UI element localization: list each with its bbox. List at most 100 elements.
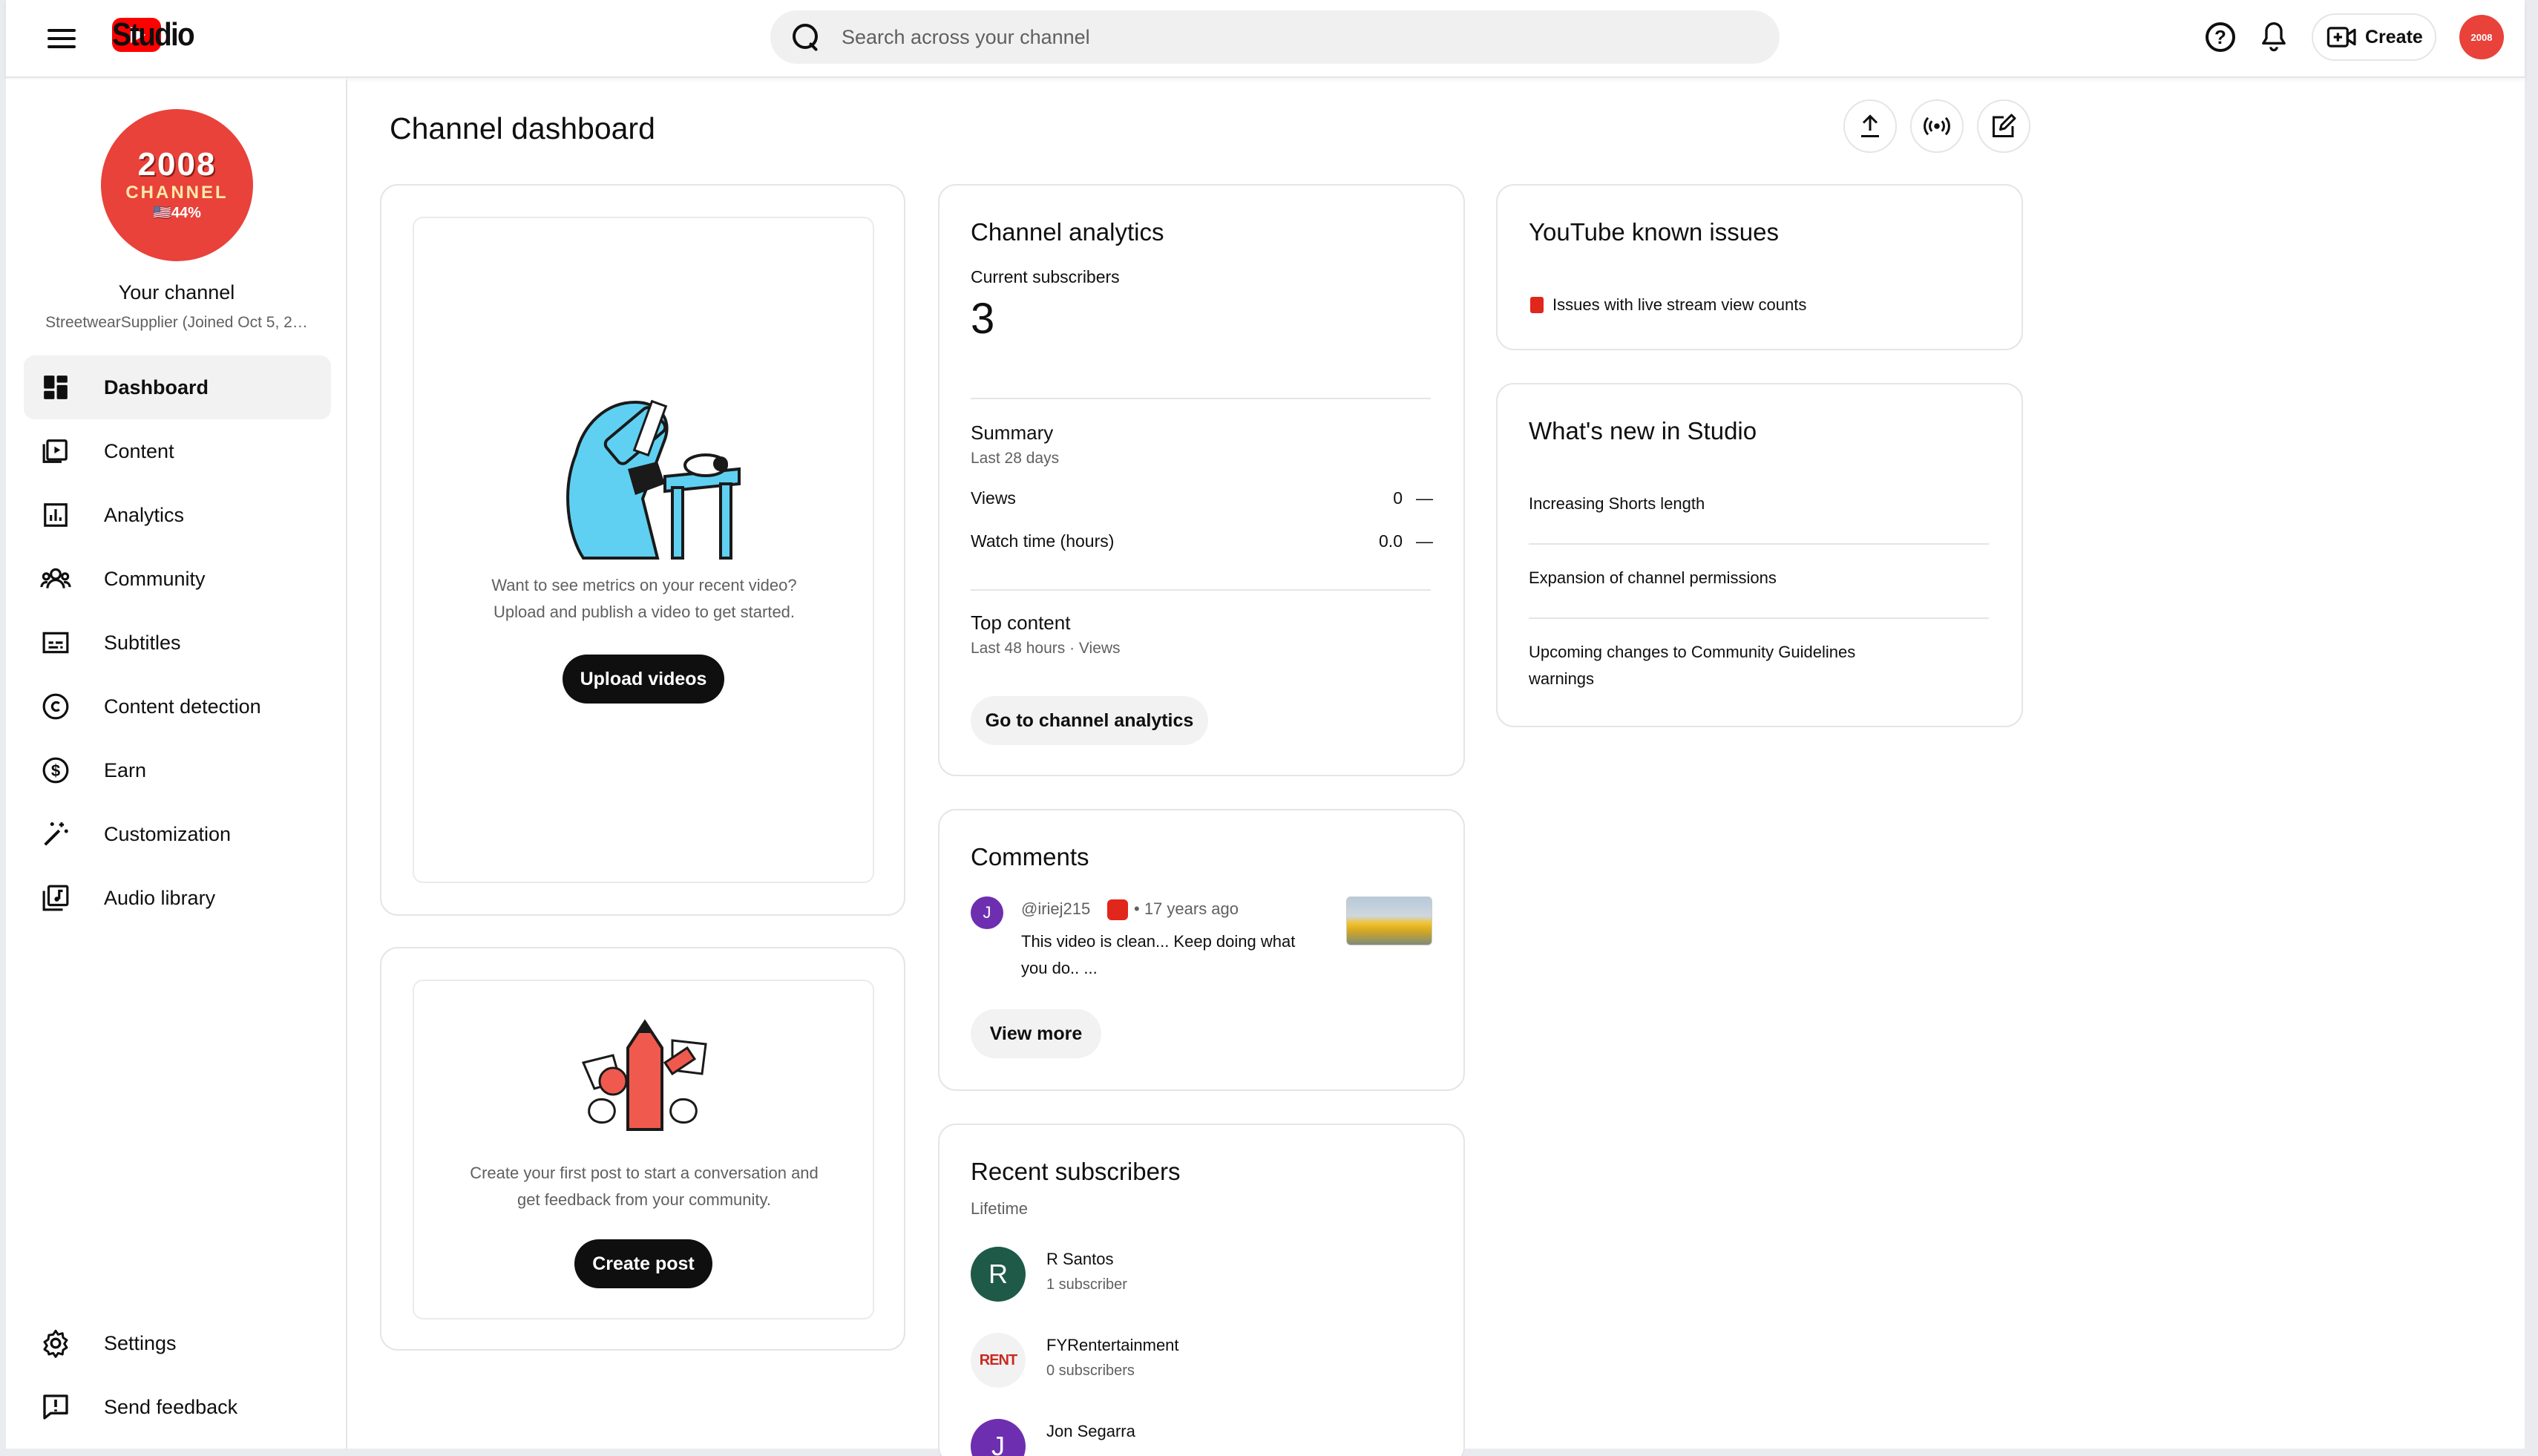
subscriber-avatar[interactable]: RENT bbox=[971, 1333, 1026, 1388]
create-post-button[interactable]: Create post bbox=[574, 1239, 712, 1288]
sidebar-item-community[interactable]: Community bbox=[24, 547, 331, 611]
sidebar-item-content[interactable]: Content bbox=[24, 419, 331, 483]
comment-avatar[interactable]: J bbox=[971, 896, 1003, 929]
watch-time-trend: — bbox=[1416, 531, 1433, 551]
copyright-icon bbox=[39, 689, 73, 724]
community-icon bbox=[39, 562, 73, 596]
known-issues-title: YouTube known issues bbox=[1529, 218, 1779, 246]
recent-subs-period: Lifetime bbox=[971, 1199, 1029, 1218]
search-bar[interactable] bbox=[770, 10, 1780, 64]
pencil-illustration bbox=[581, 1019, 707, 1131]
divider bbox=[1529, 543, 1989, 545]
subtitles-icon bbox=[39, 626, 73, 660]
known-issue-link[interactable]: Issues with live stream view counts bbox=[1552, 295, 1806, 315]
live-stream-icon[interactable] bbox=[1910, 99, 1964, 153]
subscriber-count: 1 subscriber bbox=[1046, 1276, 1127, 1293]
views-label: Views bbox=[971, 488, 1016, 508]
sidebar-item-dashboard[interactable]: Dashboard bbox=[24, 355, 331, 419]
video-thumbnail[interactable] bbox=[1346, 896, 1432, 945]
video-card-text-2: Upload and publish a video to get starte… bbox=[493, 603, 796, 621]
sidebar-item-content-detection[interactable]: Content detection bbox=[24, 675, 331, 738]
sidebar-item-subtitles[interactable]: Subtitles bbox=[24, 611, 331, 675]
known-issues-card: YouTube known issues Issues with live st… bbox=[1496, 184, 2023, 350]
gear-icon bbox=[39, 1326, 73, 1360]
dollar-icon: $ bbox=[39, 753, 73, 787]
subscriber-name[interactable]: Jon Segarra bbox=[1046, 1422, 1135, 1441]
latest-video-card: Want to see metrics on your recent video… bbox=[380, 184, 905, 916]
search-input[interactable] bbox=[842, 25, 1732, 49]
studio-logo[interactable]: Studio bbox=[112, 16, 195, 53]
page-title: Channel dashboard bbox=[390, 111, 655, 145]
subscriber-name[interactable]: FYRentertainment bbox=[1046, 1336, 1179, 1355]
post-card-text-1: Create your first post to start a conver… bbox=[470, 1164, 819, 1182]
go-to-analytics-button[interactable]: Go to channel analytics bbox=[971, 696, 1208, 745]
top-content-title: Top content bbox=[971, 611, 1071, 634]
sidebar-bottom-nav: Settings Send feedback bbox=[24, 1311, 331, 1439]
notifications-bell-icon[interactable] bbox=[2255, 18, 2293, 56]
whats-new-item-cont[interactable]: warnings bbox=[1529, 669, 1594, 689]
whats-new-item[interactable]: Expansion of channel permissions bbox=[1529, 568, 1777, 588]
account-avatar[interactable]: 2008 bbox=[2459, 15, 2504, 59]
recent-subs-title: Recent subscribers bbox=[971, 1158, 1181, 1185]
divider bbox=[971, 589, 1431, 591]
sidebar: 2008 CHANNEL 🇺🇸44% Your channel Streetwe… bbox=[6, 79, 347, 1449]
sidebar-item-customization[interactable]: Customization bbox=[24, 802, 331, 866]
comment-text-2: you do.. ... bbox=[1021, 959, 1098, 977]
summary-period: Last 28 days bbox=[971, 450, 1060, 467]
sidebar-item-analytics[interactable]: Analytics bbox=[24, 483, 331, 547]
microscope-illustration bbox=[566, 399, 741, 560]
channel-subtitle: StreetwearSupplier (Joined Oct 5, 2… bbox=[45, 314, 308, 331]
sidebar-item-label: Analytics bbox=[104, 503, 185, 526]
divider bbox=[1529, 617, 1989, 619]
sidebar-item-send-feedback[interactable]: Send feedback bbox=[24, 1375, 331, 1439]
divider bbox=[971, 398, 1431, 399]
upload-videos-button[interactable]: Upload videos bbox=[563, 655, 724, 704]
audio-library-icon bbox=[39, 881, 73, 915]
views-value: 0 bbox=[1393, 488, 1403, 508]
sidebar-item-label: Community bbox=[104, 567, 206, 590]
content-icon bbox=[39, 434, 73, 468]
subscriber-name[interactable]: R Santos bbox=[1046, 1250, 1114, 1269]
subscriber-count: 0 subscribers bbox=[1046, 1362, 1135, 1379]
sidebar-item-earn[interactable]: $ Earn bbox=[24, 738, 331, 802]
whats-new-item[interactable]: Increasing Shorts length bbox=[1529, 494, 1705, 514]
channel-analytics-card: Channel analytics Current subscribers 3 … bbox=[938, 184, 1465, 776]
sidebar-item-label: Content bbox=[104, 439, 174, 462]
comment-author[interactable]: @iriej215 bbox=[1021, 899, 1090, 919]
subscriber-avatar[interactable]: J bbox=[971, 1419, 1026, 1456]
sidebar-item-audio-library[interactable]: Audio library bbox=[24, 866, 331, 930]
sidebar-nav: Dashboard Content Analytics Community Su… bbox=[24, 355, 331, 930]
your-channel-label: Your channel bbox=[118, 281, 235, 304]
magic-wand-icon bbox=[39, 817, 73, 851]
view-more-button[interactable]: View more bbox=[971, 1009, 1101, 1058]
dashboard-icon bbox=[39, 370, 73, 404]
whats-new-item[interactable]: Upcoming changes to Community Guidelines bbox=[1529, 643, 1855, 662]
sidebar-item-label: Settings bbox=[104, 1331, 177, 1354]
comments-title: Comments bbox=[971, 843, 1089, 870]
sidebar-item-label: Earn bbox=[104, 758, 147, 781]
menu-icon[interactable] bbox=[43, 22, 80, 55]
video-card-text-1: Want to see metrics on your recent video… bbox=[491, 576, 797, 594]
whats-new-title: What's new in Studio bbox=[1529, 417, 1757, 445]
help-icon[interactable]: ? bbox=[2201, 18, 2240, 56]
subscriber-avatar[interactable]: R bbox=[971, 1247, 1026, 1302]
comments-card: Comments J @iriej215 • 17 years ago This… bbox=[938, 809, 1465, 1091]
subscribers-label: Current subscribers bbox=[971, 267, 1120, 286]
watch-time-value: 0.0 bbox=[1379, 531, 1403, 551]
summary-title: Summary bbox=[971, 422, 1054, 444]
sidebar-item-settings[interactable]: Settings bbox=[24, 1311, 331, 1375]
upload-icon[interactable] bbox=[1843, 99, 1897, 153]
sidebar-item-label: Audio library bbox=[104, 886, 216, 909]
analytics-icon bbox=[39, 498, 73, 532]
create-post-card: Create your first post to start a conver… bbox=[380, 947, 905, 1351]
search-icon bbox=[791, 22, 821, 52]
top-content-period: Last 48 hours · Views bbox=[971, 640, 1121, 657]
comment-text-1: This video is clean... Keep doing what bbox=[1021, 932, 1296, 951]
create-label: Create bbox=[2365, 26, 2423, 47]
sidebar-item-label: Content detection bbox=[104, 695, 261, 718]
svg-text:$: $ bbox=[51, 761, 61, 780]
alert-icon bbox=[1530, 297, 1544, 313]
channel-avatar[interactable]: 2008 CHANNEL 🇺🇸44% bbox=[101, 109, 253, 261]
create-button[interactable]: Create bbox=[2312, 13, 2436, 61]
edit-post-icon[interactable] bbox=[1977, 99, 2030, 153]
